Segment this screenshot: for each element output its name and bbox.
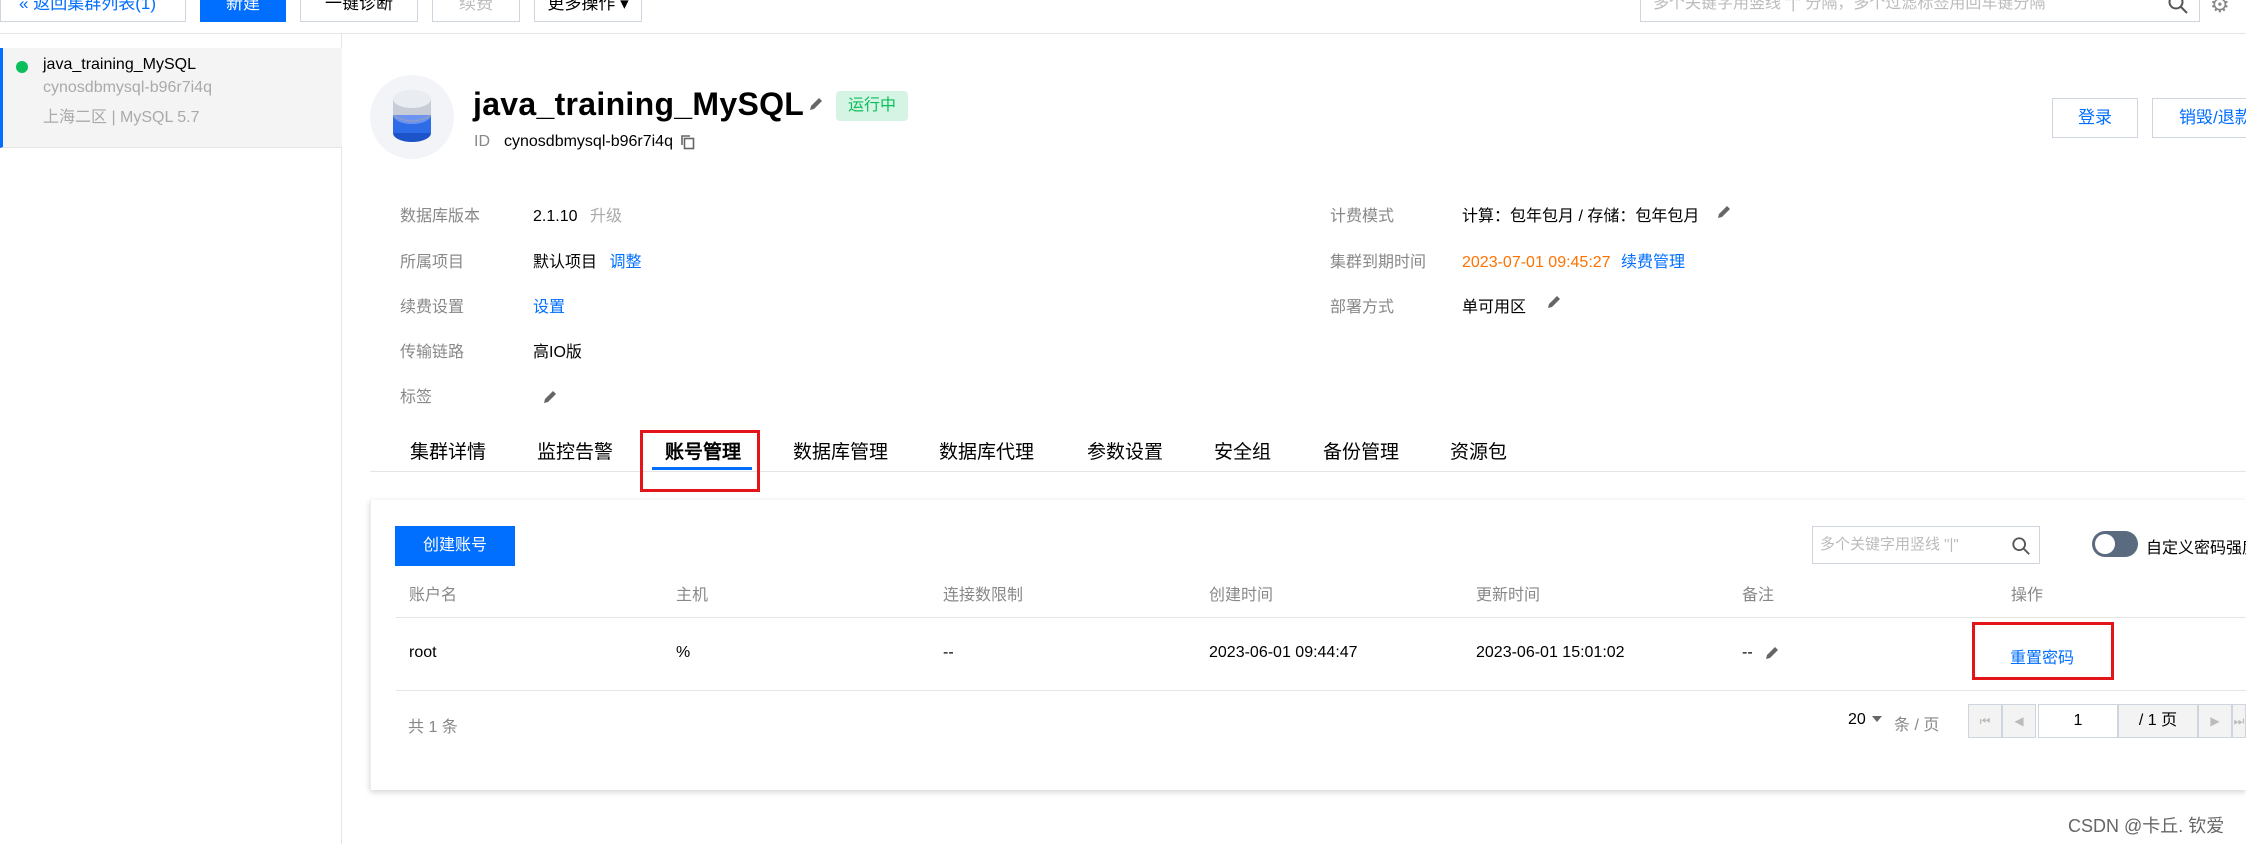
top-toolbar: « 返回集群列表(1) 新建 一键诊断 续费 更多操作 ▾ 多个关键字用竖线 "… <box>0 0 2246 34</box>
page-number-input[interactable]: 1 <box>2038 704 2118 738</box>
col-actions: 操作 <box>2011 587 2044 604</box>
prev-page-icon[interactable]: ◀ <box>2002 704 2036 738</box>
billing-mode-value: 计算：包年包月 / 存储：包年包月 <box>1462 208 1700 225</box>
project-label: 所属项目 <box>400 254 465 271</box>
running-status-dot <box>16 61 28 73</box>
renew-management-link[interactable]: 续费管理 <box>1621 254 1685 271</box>
upgrade-link[interactable]: 升级 <box>590 208 622 225</box>
tab-monitoring[interactable]: 监控告警 <box>537 437 613 464</box>
tab-highlight-box <box>640 430 760 492</box>
status-badge: 运行中 <box>836 91 909 121</box>
account-search-input[interactable]: 多个关键字用竖线 "|" <box>1812 526 2040 564</box>
id-label: ID <box>474 133 490 150</box>
cell-note: -- <box>1742 644 1753 661</box>
expire-time-label: 集群到期时间 <box>1330 254 1427 271</box>
database-icon <box>392 90 432 142</box>
destroy-refund-button[interactable]: 销毁/退款 <box>2152 98 2246 138</box>
sidebar-cluster-name: java_training_MySQL <box>43 56 196 73</box>
page-size-unit: 条 / 页 <box>1894 717 1940 734</box>
edit-note-pencil-icon[interactable] <box>1764 645 1780 666</box>
gear-icon[interactable]: ⚙ <box>2210 0 2230 18</box>
double-chevron-left-icon: « <box>19 0 29 13</box>
col-note: 备注 <box>1742 587 1775 604</box>
col-account-name: 账户名 <box>409 587 458 604</box>
edit-tag-pencil-icon[interactable] <box>542 389 558 410</box>
back-to-cluster-list-button[interactable]: « 返回集群列表(1) <box>0 0 186 22</box>
sidebar-cluster-id: cynosdbmysql-b96r7i4q <box>43 79 212 96</box>
table-row-divider <box>396 690 2246 691</box>
more-actions-button[interactable]: 更多操作 ▾ <box>534 0 642 22</box>
cluster-sidebar: java_training_MySQL cynosdbmysql-b96r7i4… <box>0 34 342 844</box>
cell-updated-time: 2023-06-01 15:01:02 <box>1476 644 1625 661</box>
project-value: 默认项目 调整 <box>533 254 642 271</box>
renew-button[interactable]: 续费 <box>432 0 520 22</box>
col-updated-time: 更新时间 <box>1476 587 1541 604</box>
transport-label: 传输链路 <box>400 344 465 361</box>
tab-parameter-settings[interactable]: 参数设置 <box>1087 437 1163 464</box>
tag-label: 标签 <box>400 389 433 406</box>
cluster-title: java_training_MySQL <box>473 86 805 122</box>
create-account-button[interactable]: 创建账号 <box>395 526 515 566</box>
renew-setting-label: 续费设置 <box>400 299 465 316</box>
caret-down-icon <box>1871 715 1882 722</box>
tab-security-group[interactable]: 安全组 <box>1214 437 1271 464</box>
cell-connection-limit: -- <box>943 644 954 661</box>
db-version-label: 数据库版本 <box>400 208 481 225</box>
sidebar-cluster-item[interactable]: java_training_MySQL cynosdbmysql-b96r7i4… <box>0 48 342 148</box>
watermark: CSDN @卡丘. 钦爱 <box>2068 816 2225 836</box>
tab-cluster-details[interactable]: 集群详情 <box>410 437 486 464</box>
col-created-time: 创建时间 <box>1209 587 1274 604</box>
tab-resource-package[interactable]: 资源包 <box>1450 437 1507 464</box>
chevron-down-icon: ▾ <box>620 0 629 13</box>
tab-database-proxy[interactable]: 数据库代理 <box>939 437 1034 464</box>
edit-billing-pencil-icon[interactable] <box>1716 204 1732 225</box>
cell-host: % <box>676 644 691 661</box>
copy-icon[interactable] <box>680 134 696 155</box>
reset-password-link[interactable]: 重置密码 <box>2010 644 2074 668</box>
diagnose-button[interactable]: 一键诊断 <box>300 0 418 22</box>
deploy-mode-value: 单可用区 <box>1462 299 1527 316</box>
table-header-divider <box>396 617 2246 618</box>
renew-setting-link[interactable]: 设置 <box>533 293 565 317</box>
total-count: 共 1 条 <box>408 719 458 736</box>
cluster-search-input[interactable]: 多个关键字用竖线 "|" 分隔，多个过滤标签用回车键分隔 <box>1640 0 2200 22</box>
search-icon[interactable] <box>2011 534 2031 563</box>
new-button[interactable]: 新建 <box>200 0 286 22</box>
last-page-icon[interactable]: ⏭ <box>2232 704 2246 738</box>
next-page-icon[interactable]: ▶ <box>2198 704 2232 738</box>
database-logo <box>370 75 454 159</box>
custom-password-strength-label: 自定义密码强度 <box>2146 540 2246 557</box>
custom-password-strength-toggle[interactable] <box>2092 531 2138 557</box>
col-host: 主机 <box>676 587 709 604</box>
sidebar-cluster-region: 上海二区 | MySQL 5.7 <box>43 109 200 126</box>
cell-account-name: root <box>409 644 437 661</box>
page-total: / 1 页 <box>2118 704 2198 738</box>
db-version-value: 2.1.10 升级 <box>533 208 622 225</box>
edit-deploy-pencil-icon[interactable] <box>1546 294 1562 315</box>
expire-time-value: 2023-07-01 09:45:27 续费管理 <box>1462 254 1686 271</box>
search-icon[interactable] <box>2167 0 2189 21</box>
col-connection-limit: 连接数限制 <box>943 587 1024 604</box>
first-page-icon[interactable]: ⏮ <box>1968 704 2002 738</box>
tab-backup-management[interactable]: 备份管理 <box>1323 437 1399 464</box>
tab-database-management[interactable]: 数据库管理 <box>793 437 888 464</box>
cell-created-time: 2023-06-01 09:44:47 <box>1209 644 1358 661</box>
login-button[interactable]: 登录 <box>2052 98 2138 138</box>
cluster-id-value: cynosdbmysql-b96r7i4q <box>504 133 673 150</box>
deploy-mode-label: 部署方式 <box>1330 299 1395 316</box>
page-size-select[interactable]: 20 <box>1848 711 1888 729</box>
billing-mode-label: 计费模式 <box>1330 208 1395 225</box>
adjust-project-link[interactable]: 调整 <box>609 254 641 271</box>
edit-name-pencil-icon[interactable] <box>808 96 824 117</box>
transport-value: 高IO版 <box>533 344 582 361</box>
